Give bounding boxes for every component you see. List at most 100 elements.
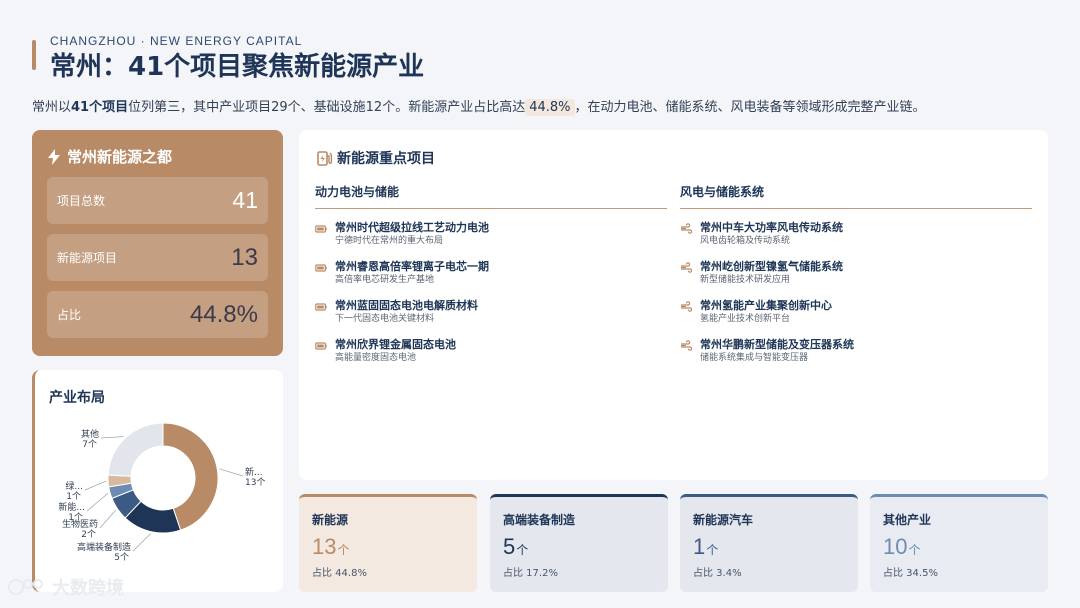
project-name: 常州屹创新型镍氢气储能系统	[700, 260, 843, 273]
battery-icon	[315, 342, 327, 350]
stat-value: 13	[231, 243, 258, 271]
charging-station-icon	[317, 151, 333, 166]
category-unit: 个	[706, 543, 719, 557]
category-value: 10个	[883, 534, 921, 559]
battery-icon	[315, 303, 327, 311]
donut-label-name: 新...	[245, 466, 263, 478]
stat-label: 新能源项目	[57, 251, 118, 265]
project-item: 常州氢能产业集聚创新中心 氢能产业技术创新平台	[680, 299, 1032, 326]
category-name: 新能源	[312, 513, 349, 527]
industry-layout-card: 产业布局 新... 13个 高端装备制造 5个 生物医药 2个 新能... 1个 绿... 1个其…	[32, 370, 283, 592]
category-share: 占比 17.2%	[503, 568, 558, 579]
category-unit: 个	[337, 543, 350, 557]
stat-row-share: 占比 44.8%	[47, 291, 268, 338]
donut-label-count: 13个	[245, 477, 265, 488]
intro-part: 常州以	[32, 100, 72, 115]
donut-label-name: 高端装备制造	[77, 541, 131, 553]
donut-label-name: 其他	[81, 428, 99, 440]
project-item: 常州中车大功率风电传动系统 风电齿轮箱及传动系统	[680, 221, 1032, 248]
watermark-logo-icon	[8, 579, 43, 595]
stat-row-new-energy: 新能源项目 13	[47, 234, 268, 281]
project-name: 常州氢能产业集聚创新中心	[700, 299, 832, 312]
donut-leader-line	[86, 492, 109, 512]
donut-leader-line	[219, 468, 244, 477]
intro-part: 位列第三，其中产业项目29个、基础设施12个。新能源产业占比高达	[128, 100, 526, 115]
category-share: 占比 34.5%	[883, 568, 938, 579]
project-item: 常州屹创新型镍氢气储能系统 新型储能技术研发应用	[680, 260, 1032, 287]
category-unit: 个	[516, 543, 529, 557]
project-item: 常州华鹏新型储能及变压器系统 储能系统集成与智能变压器	[680, 338, 1032, 365]
category-value: 5个	[503, 534, 529, 559]
wind-icon	[681, 301, 692, 312]
projects-title-label: 新能源重点项目	[337, 151, 435, 167]
project-item: 常州欣界锂金属固态电池 高能量密度固态电池	[315, 338, 667, 365]
stat-label: 项目总数	[57, 194, 106, 208]
project-desc: 高倍率电芯研发生产基地	[335, 275, 435, 285]
watermark-text: 大数跨境	[52, 578, 124, 599]
wind-icon	[681, 223, 692, 234]
industry-donut-chart: 新...13个高端装备制造5个生物医药2个新能...1个绿...1个其他7个	[58, 422, 265, 563]
donut-label-count: 1个	[68, 512, 83, 523]
category-name: 新能源汽车	[693, 513, 754, 527]
project-name: 常州睿恩高倍率锂离子电芯一期	[335, 260, 489, 273]
project-item: 常州睿恩高倍率锂离子电芯一期 高倍率电芯研发生产基地	[315, 260, 667, 287]
title-accent-bar	[32, 40, 36, 70]
donut-label-count: 5个	[114, 552, 129, 563]
project-column-wind: 风电与储能系统 常州中车大功率风电传动系统 风电齿轮箱及传动系统 常州屹创新型镍氢气…	[680, 183, 1032, 365]
project-desc: 下一代固态电池关键材料	[335, 314, 435, 324]
projects-title: 新能源重点项目	[317, 148, 435, 168]
page-title: 常州：41个项目聚焦新能源产业	[50, 52, 425, 82]
category-card: 新能源 13个占比 44.8%	[299, 494, 477, 592]
category-share: 占比 3.4%	[693, 568, 742, 579]
wind-icon	[681, 340, 692, 351]
project-item: 常州蓝固固态电池电解质材料 下一代固态电池关键材料	[315, 299, 667, 326]
category-unit: 个	[908, 543, 921, 557]
intro-part: ，在动力电池、储能系统、风电装备等领域形成完整产业链。	[574, 100, 926, 115]
donut-label-count: 7个	[82, 439, 97, 450]
donut-label-name: 新能...	[58, 501, 85, 513]
donut-leader-line	[99, 509, 117, 529]
project-desc: 高能量密度固态电池	[335, 353, 417, 363]
project-desc: 新型储能技术研发应用	[700, 275, 791, 285]
battery-icon	[315, 264, 327, 272]
stat-label: 占比	[57, 308, 82, 322]
stat-row-total: 项目总数 41	[47, 177, 268, 224]
project-item: 常州时代超级拉线工艺动力电池 宁德时代在常州的重大布局	[315, 221, 667, 248]
donut-leader-line	[132, 533, 151, 552]
project-desc: 风电齿轮箱及传动系统	[700, 236, 791, 246]
project-column-battery: 动力电池与储能 常州时代超级拉线工艺动力电池 宁德时代在常州的重大布局 常州睿恩高倍…	[315, 183, 667, 365]
project-name: 常州欣界锂金属固态电池	[335, 338, 456, 351]
category-name: 高端装备制造	[503, 513, 576, 527]
project-desc: 氢能产业技术创新平台	[700, 314, 791, 324]
donut-label-count: 2个	[81, 529, 96, 540]
donut-label-name: 绿...	[65, 480, 83, 492]
category-card: 高端装备制造 5个占比 17.2%	[490, 494, 668, 592]
category-card: 新能源汽车 1个占比 3.4%	[680, 494, 858, 592]
donut-leader-line	[100, 436, 124, 439]
category-share: 占比 44.8%	[312, 568, 367, 579]
watermark: 大数跨境	[8, 574, 124, 600]
intro-text: 常州以41个项目位列第三，其中产业项目29个、基础设施12个。新能源产业占比高达…	[32, 96, 926, 116]
donut-label-count: 1个	[66, 491, 81, 502]
category-name: 其他产业	[883, 513, 932, 527]
project-desc: 宁德时代在常州的重大布局	[335, 236, 444, 246]
stats-title: 常州新能源之都	[47, 146, 268, 167]
category-value: 13个	[312, 534, 350, 559]
project-desc: 储能系统集成与智能变压器	[700, 353, 809, 363]
column-heading: 风电与储能系统	[680, 183, 1032, 209]
project-name: 常州蓝固固态电池电解质材料	[335, 299, 478, 312]
category-card: 其他产业 10个占比 34.5%	[870, 494, 1048, 592]
donut-slice	[107, 422, 164, 477]
column-heading: 动力电池与储能	[315, 183, 667, 209]
projects-card: 新能源重点项目 动力电池与储能 常州时代超级拉线工艺动力电池 宁德时代在常州的重大…	[299, 130, 1048, 480]
project-name: 常州时代超级拉线工艺动力电池	[335, 221, 489, 234]
stat-value: 44.8%	[189, 300, 258, 328]
stats-title-label: 常州新能源之都	[67, 148, 173, 166]
battery-icon	[315, 225, 327, 233]
category-value: 1个	[693, 534, 719, 559]
intro-highlight-percent: 44.8%	[525, 99, 575, 116]
project-name: 常州华鹏新型储能及变压器系统	[700, 338, 854, 351]
donut-leader-line	[84, 480, 107, 491]
project-name: 常州中车大功率风电传动系统	[700, 221, 843, 234]
stat-value: 41	[232, 187, 258, 213]
